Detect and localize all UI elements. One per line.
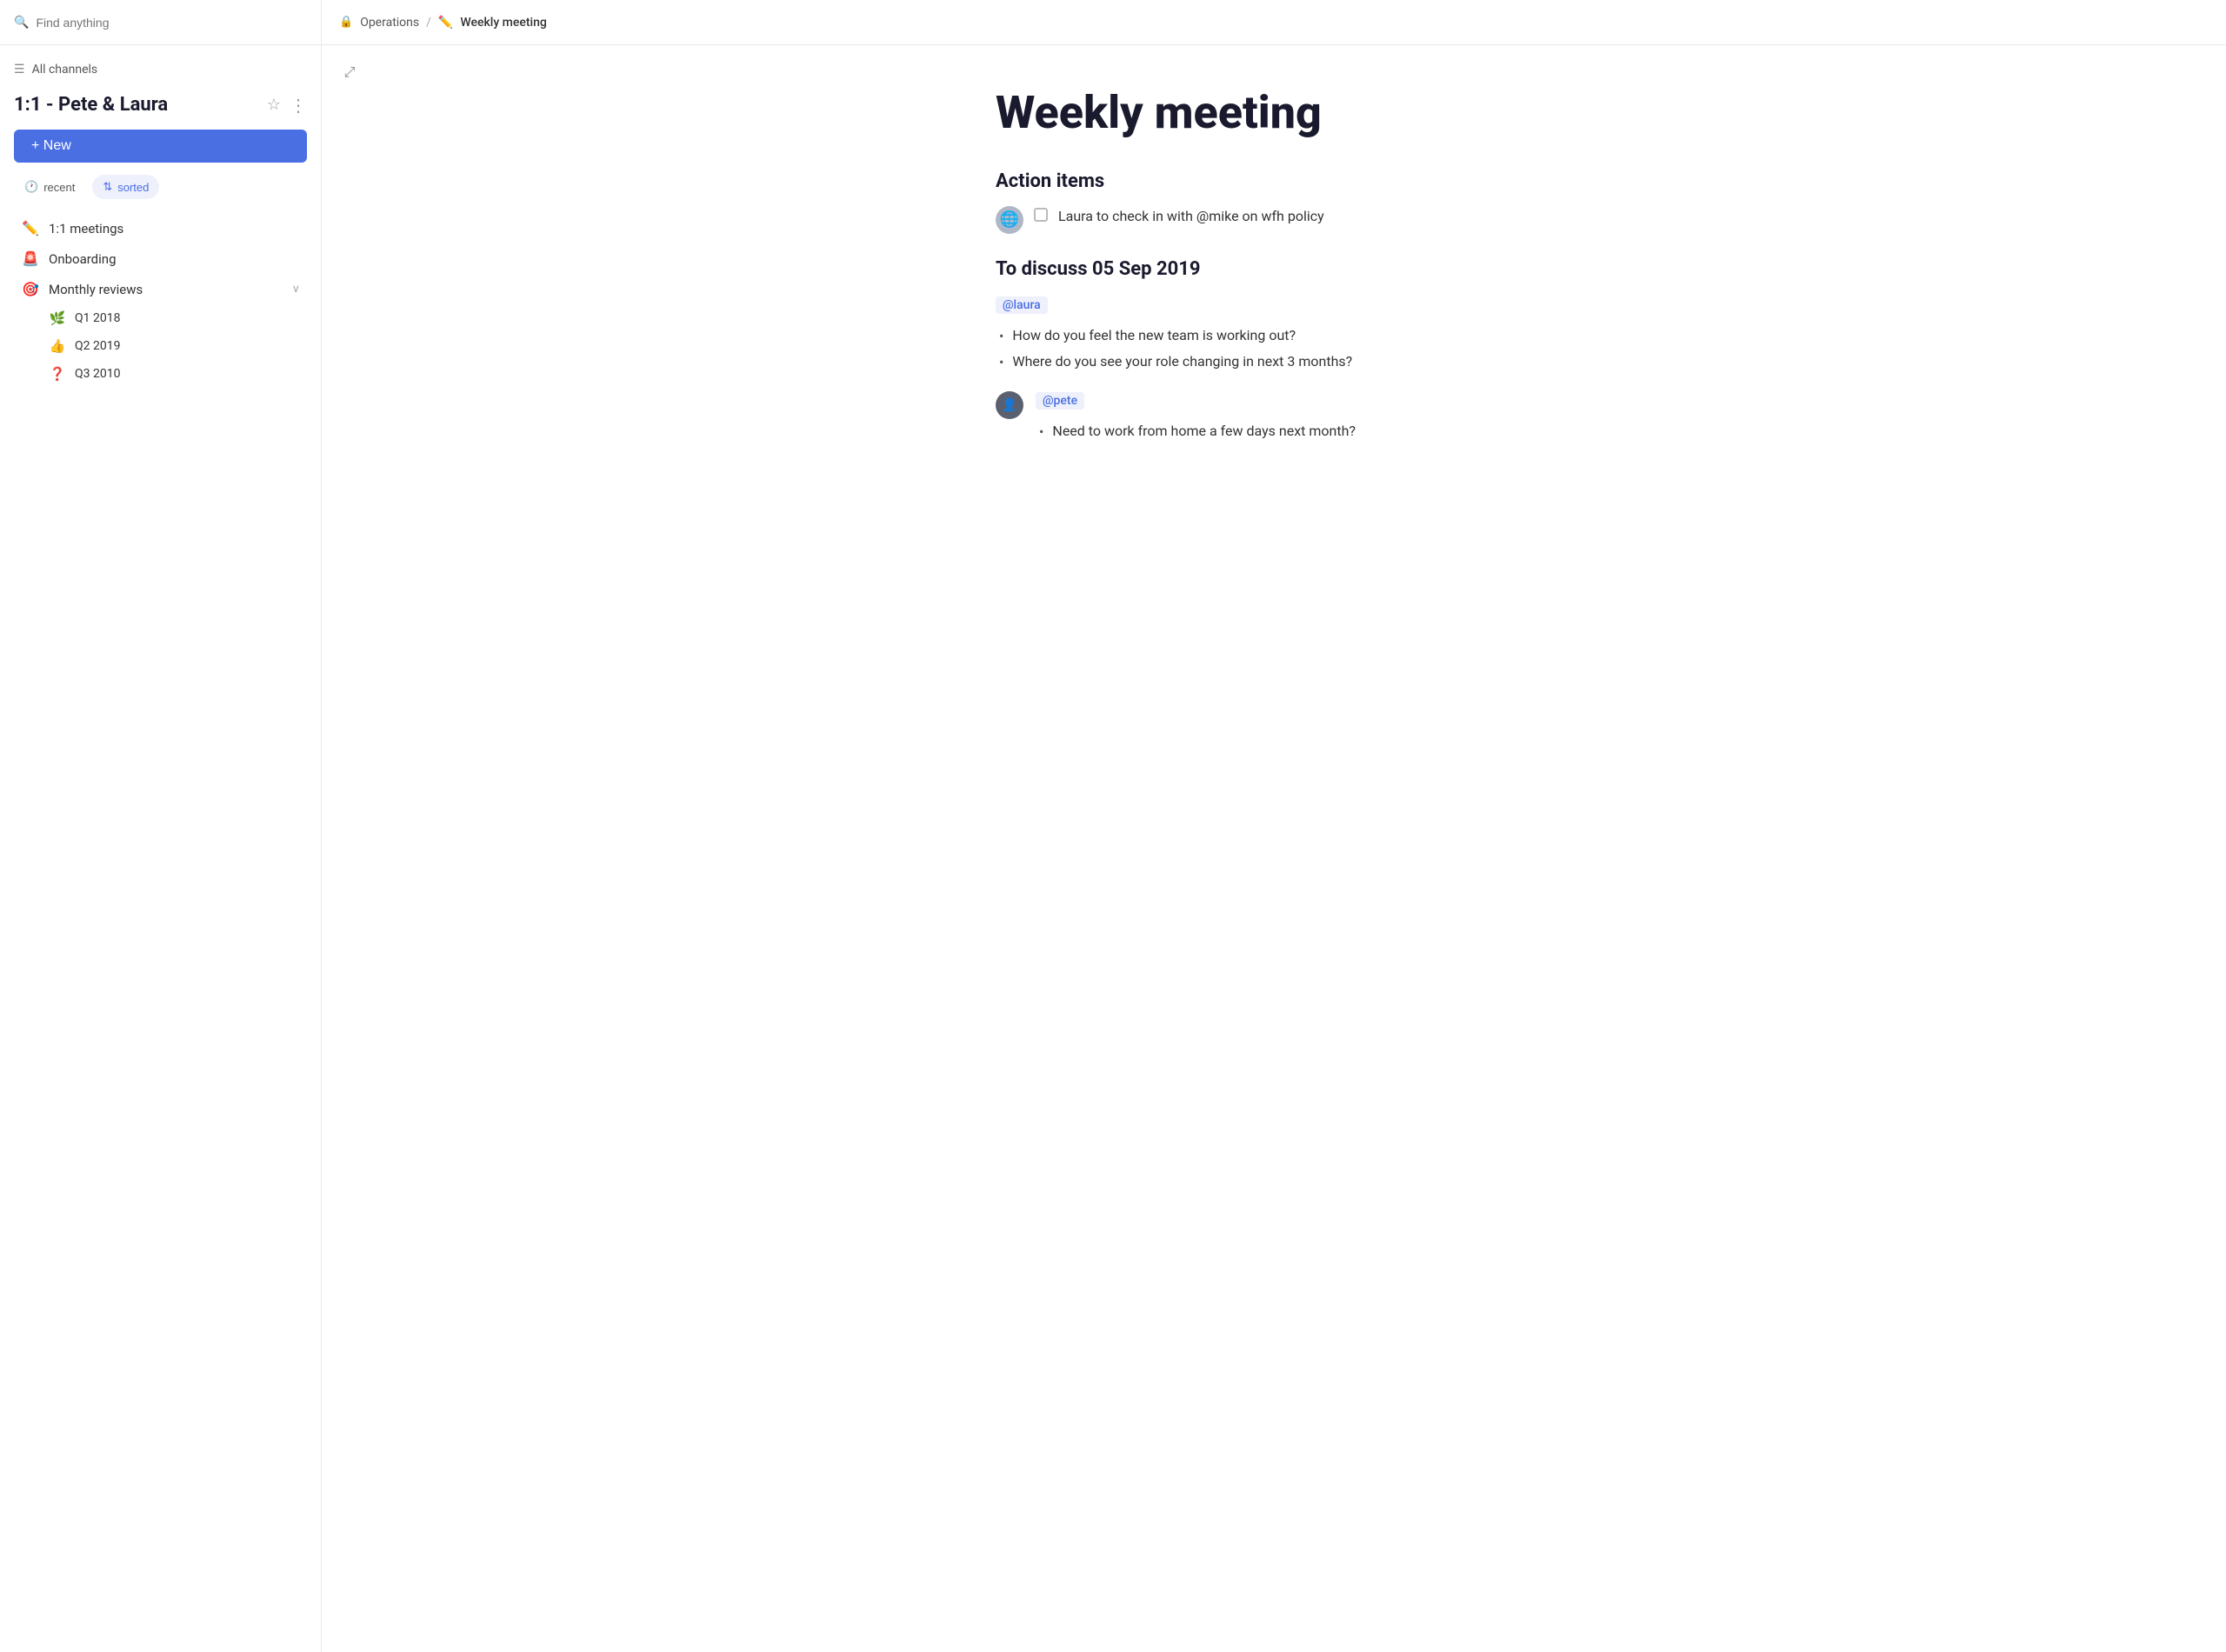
laura-bullet-list: How do you feel the new team is working … — [996, 324, 1552, 374]
sidebar: ☰ All channels 1:1 - Pete & Laura ☆ ⋮ + … — [0, 45, 322, 1652]
filter-recent-label: recent — [43, 181, 75, 194]
search-icon: 🔍 — [14, 16, 29, 30]
channel-header: 1:1 - Pete & Laura ☆ ⋮ — [0, 87, 321, 126]
channel-title: 1:1 - Pete & Laura — [14, 94, 168, 116]
breadcrumb-doc-title[interactable]: Weekly meeting — [460, 16, 546, 30]
sidebar-item-onboarding[interactable]: 🚨 Onboarding — [7, 243, 314, 274]
channel-header-icons: ☆ ⋮ — [267, 95, 307, 116]
main-content: ⤢ Weekly meeting Action items 🌐 Laura to… — [322, 45, 2226, 1652]
new-button[interactable]: + New — [14, 130, 307, 163]
filter-sorted-label: sorted — [117, 181, 149, 194]
lock-icon: 🔒 — [339, 16, 353, 29]
bullet-text: Where do you see your role changing in n… — [1012, 350, 1352, 373]
breadcrumb: 🔒 Operations / ✏️ Weekly meeting — [322, 16, 564, 30]
list-item: Where do you see your role changing in n… — [996, 350, 1552, 374]
doc-content: Weekly meeting Action items 🌐 Laura to c… — [961, 45, 1587, 530]
onboarding-label: Onboarding — [49, 251, 300, 267]
breadcrumb-workspace[interactable]: Operations — [360, 16, 419, 30]
section-divider: To discuss 05 Sep 2019 — [996, 258, 1552, 280]
action-item-text: Laura to check in with @mike on wfh poli… — [1058, 206, 1324, 227]
sidebar-item-monthly-reviews[interactable]: 🎯 Monthly reviews ∨ — [7, 274, 314, 304]
list-item: How do you feel the new team is working … — [996, 324, 1552, 348]
doc-title: Weekly meeting — [996, 87, 1552, 139]
sort-icon: ⇅ — [103, 180, 112, 194]
all-channels-label: All channels — [32, 63, 98, 77]
expand-button[interactable]: ⤢ — [336, 59, 363, 87]
chevron-down-icon: ∨ — [291, 283, 300, 296]
checkbox[interactable] — [1034, 208, 1048, 222]
pete-content: @pete Need to work from home a few days … — [1036, 391, 1552, 461]
sidebar-subitem-q3-2010[interactable]: ❓ Q3 2010 — [7, 360, 314, 388]
onboarding-icon: 🚨 — [21, 250, 40, 267]
q3-label: Q3 2010 — [75, 367, 120, 381]
filter-recent-button[interactable]: 🕐 recent — [14, 175, 85, 199]
list-item: Need to work from home a few days next m… — [1036, 420, 1552, 443]
search-area[interactable]: 🔍 — [0, 0, 322, 44]
breadcrumb-separator: / — [426, 16, 431, 30]
sidebar-item-meetings[interactable]: ✏️ 1:1 meetings — [7, 213, 314, 243]
more-icon[interactable]: ⋮ — [290, 95, 307, 116]
q3-icon: ❓ — [49, 366, 66, 382]
filter-sorted-button[interactable]: ⇅ sorted — [92, 175, 159, 199]
meetings-icon: ✏️ — [21, 220, 40, 236]
pete-section: 👤 @pete Need to work from home a few day… — [996, 391, 1552, 461]
monthly-reviews-label: Monthly reviews — [49, 282, 143, 297]
layout: ☰ All channels 1:1 - Pete & Laura ☆ ⋮ + … — [0, 45, 2226, 1652]
search-input[interactable] — [36, 16, 307, 30]
filter-row: 🕐 recent ⇅ sorted — [0, 175, 321, 213]
discuss-heading: To discuss 05 Sep 2019 — [996, 258, 1552, 280]
pete-mention-tag[interactable]: @pete — [1036, 392, 1084, 410]
pete-avatar: 👤 — [996, 391, 1023, 419]
top-bar: 🔍 🔒 Operations / ✏️ Weekly meeting — [0, 0, 2226, 45]
star-icon[interactable]: ☆ — [267, 96, 281, 114]
action-items-heading: Action items — [996, 170, 1552, 192]
q1-icon: 🌿 — [49, 310, 66, 326]
avatar: 🌐 — [996, 206, 1023, 234]
bullet-text: Need to work from home a few days next m… — [1052, 420, 1356, 443]
q2-icon: 👍 — [49, 338, 66, 354]
laura-mention-tag[interactable]: @laura — [996, 296, 1048, 314]
meetings-label: 1:1 meetings — [49, 221, 300, 236]
clock-icon: 🕐 — [24, 180, 38, 194]
sidebar-subitem-q2-2019[interactable]: 👍 Q2 2019 — [7, 332, 314, 360]
sidebar-subitem-q1-2018[interactable]: 🌿 Q1 2018 — [7, 304, 314, 332]
monthly-reviews-icon: 🎯 — [21, 281, 40, 297]
all-channels-link[interactable]: ☰ All channels — [0, 45, 321, 87]
breadcrumb-pencil-icon: ✏️ — [438, 16, 453, 30]
hamburger-icon: ☰ — [14, 63, 25, 77]
action-item-row: 🌐 Laura to check in with @mike on wfh po… — [996, 206, 1552, 234]
q2-label: Q2 2019 — [75, 339, 120, 353]
q1-label: Q1 2018 — [75, 311, 120, 325]
bullet-text: How do you feel the new team is working … — [1012, 324, 1296, 347]
expand-icon: ⤢ — [344, 65, 356, 81]
pete-bullet-list: Need to work from home a few days next m… — [1036, 420, 1552, 443]
